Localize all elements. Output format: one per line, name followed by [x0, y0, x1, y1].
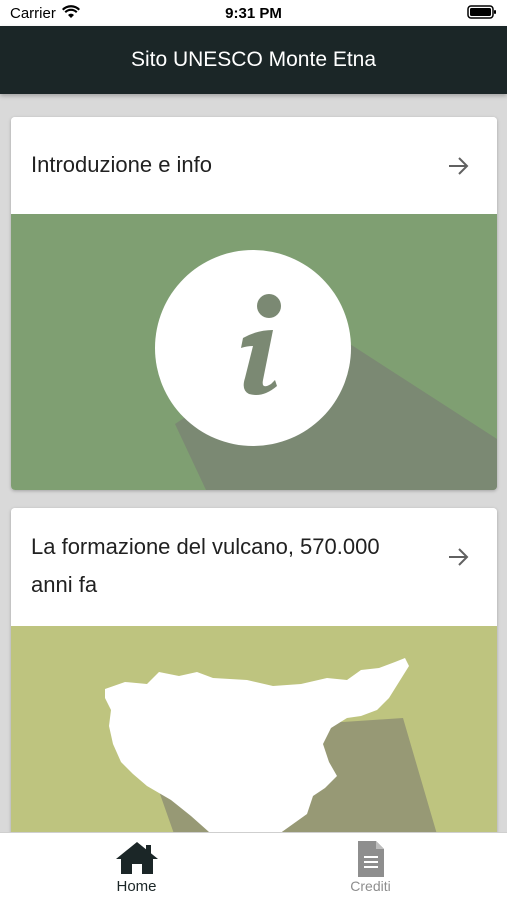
card-title: La formazione del vulcano, 570.000 anni …	[31, 534, 380, 597]
navigation-bar: Sito UNESCO Monte Etna	[0, 26, 507, 94]
arrow-right-icon[interactable]	[447, 155, 469, 177]
tab-label: Crediti	[350, 878, 391, 894]
card-introduzione[interactable]: Introduzione e info	[11, 117, 497, 490]
card-header[interactable]: Introduzione e info	[11, 117, 497, 214]
status-bar: Carrier 9:31 PM	[0, 0, 507, 26]
card-header[interactable]: La formazione del vulcano, 570.000 anni …	[11, 508, 497, 626]
card-image-info	[11, 214, 497, 490]
document-icon	[357, 841, 384, 877]
info-icon	[155, 250, 497, 490]
home-icon	[115, 842, 158, 874]
arrow-right-icon[interactable]	[447, 546, 469, 568]
page-title: Sito UNESCO Monte Etna	[130, 48, 377, 71]
status-time: 9:31 PM	[225, 5, 282, 22]
tab-home[interactable]: Home	[10, 833, 263, 901]
battery-icon	[467, 5, 496, 19]
card-list[interactable]: Introduzione e info La formazione del vu…	[0, 94, 507, 832]
tab-crediti[interactable]: Crediti	[244, 833, 497, 901]
card-title: Introduzione e info	[31, 152, 213, 177]
card-formazione[interactable]: La formazione del vulcano, 570.000 anni …	[11, 508, 497, 832]
map-icon	[105, 658, 437, 832]
card-image-map	[11, 626, 497, 832]
tab-bar: Home Crediti	[0, 832, 507, 901]
tab-label: Home	[116, 878, 157, 895]
